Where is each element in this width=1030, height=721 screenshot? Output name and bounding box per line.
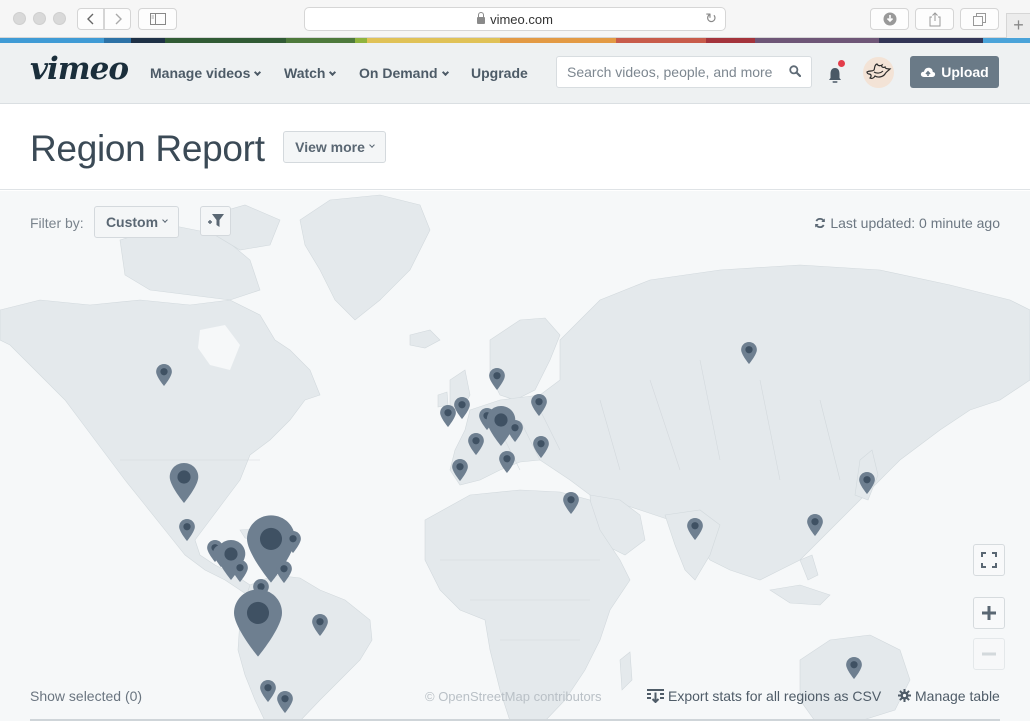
chevron-down-icon xyxy=(162,217,168,223)
add-filter-button[interactable] xyxy=(200,206,231,236)
map-marker-venezuela[interactable] xyxy=(276,560,292,583)
map-marker-chile[interactable] xyxy=(260,679,276,702)
map-marker-brazil[interactable] xyxy=(312,613,328,636)
map-marker-norway[interactable] xyxy=(489,367,505,390)
fullscreen-button[interactable] xyxy=(973,544,1005,576)
tabs-overview-button[interactable] xyxy=(960,8,999,30)
map-marker-united-kingdom[interactable] xyxy=(454,396,470,419)
chevron-down-icon xyxy=(329,68,337,77)
address-bar[interactable]: vimeo.com ↻ xyxy=(304,7,726,31)
nav-label: On Demand xyxy=(359,65,438,81)
map-marker-australia[interactable] xyxy=(846,656,862,679)
export-table-icon xyxy=(647,689,664,704)
chevron-right-icon xyxy=(115,13,122,25)
map-marker-italy[interactable] xyxy=(499,450,515,473)
map-marker-spain[interactable] xyxy=(452,458,468,481)
site-header: vimeo Manage videos Watch On Demand Upgr… xyxy=(0,43,1030,104)
downloads-button[interactable] xyxy=(870,8,909,30)
vimeo-logo[interactable]: vimeo xyxy=(30,51,129,87)
share-icon xyxy=(929,11,940,26)
map-marker-china[interactable] xyxy=(807,513,823,536)
search-box xyxy=(556,56,812,88)
reload-icon[interactable]: ↻ xyxy=(705,10,717,27)
map-marker-japan[interactable] xyxy=(859,471,875,494)
map-marker-dominican-republic[interactable] xyxy=(285,530,301,553)
map-marker-poland[interactable] xyxy=(507,419,523,442)
view-more-button[interactable]: View more xyxy=(283,131,386,163)
back-button[interactable] xyxy=(77,8,104,30)
zoom-in-button[interactable] xyxy=(973,597,1005,629)
world-map-background xyxy=(0,194,1030,721)
chevron-down-icon xyxy=(254,68,262,77)
map-marker-israel[interactable] xyxy=(563,491,579,514)
export-csv-label: Export stats for all regions as CSV xyxy=(668,688,882,704)
user-avatar[interactable] xyxy=(863,57,894,88)
last-updated-text: Last updated: 0 minute ago xyxy=(830,215,1000,231)
last-updated-status: Last updated: 0 minute ago xyxy=(814,215,1000,231)
nav-label: Upgrade xyxy=(471,65,528,81)
map-marker-canada[interactable] xyxy=(156,363,172,386)
map-marker-latvia[interactable] xyxy=(531,393,547,416)
view-more-label: View more xyxy=(295,139,365,155)
map-marker-argentina[interactable] xyxy=(277,690,293,713)
refresh-icon[interactable] xyxy=(814,217,826,229)
tabs-icon xyxy=(973,12,986,26)
minimize-window-button[interactable] xyxy=(33,12,46,25)
url-text: vimeo.com xyxy=(490,12,553,27)
chevron-down-icon xyxy=(369,142,375,148)
gear-icon xyxy=(898,689,911,702)
nav-label: Watch xyxy=(284,65,326,81)
chevron-down-icon xyxy=(441,68,449,77)
forward-button[interactable] xyxy=(104,8,131,30)
new-tab-button[interactable]: + xyxy=(1006,13,1030,38)
nav-watch[interactable]: Watch xyxy=(284,65,337,81)
map-marker-russia[interactable] xyxy=(741,341,757,364)
page-header: Region Report View more xyxy=(0,104,1030,190)
upload-label: Upload xyxy=(941,64,989,80)
map-marker-france[interactable] xyxy=(468,432,484,455)
close-window-button[interactable] xyxy=(13,12,26,25)
cloud-upload-icon xyxy=(921,67,936,77)
map-marker-united-states[interactable] xyxy=(168,462,200,503)
fullscreen-icon xyxy=(981,552,997,568)
sidebar-icon xyxy=(149,13,166,25)
zoom-out-button[interactable] xyxy=(973,638,1005,670)
avatar-bird-icon xyxy=(866,63,892,79)
filter-value: Custom xyxy=(105,214,159,230)
search-icon[interactable] xyxy=(789,65,801,77)
download-icon xyxy=(883,12,896,26)
chevron-left-icon xyxy=(86,13,93,25)
plus-icon xyxy=(982,606,996,620)
map-marker-costa-rica[interactable] xyxy=(232,559,248,582)
sidebar-button[interactable] xyxy=(138,8,177,30)
map-attribution[interactable]: © OpenStreetMap contributors xyxy=(425,689,602,704)
nav-manage-videos[interactable]: Manage videos xyxy=(150,65,262,81)
notifications-bell-icon[interactable] xyxy=(826,65,844,85)
region-map[interactable]: Filter by: Custom Last updated: 0 minute… xyxy=(0,191,1030,721)
nav-upgrade[interactable]: Upgrade xyxy=(471,65,528,81)
page-title: Region Report xyxy=(30,128,265,169)
manage-table-label: Manage table xyxy=(915,688,1000,704)
export-csv-link[interactable]: Export stats for all regions as CSV xyxy=(647,688,881,704)
filter-dropdown[interactable]: Custom xyxy=(94,206,179,238)
lock-icon xyxy=(477,12,486,24)
notification-unread-dot xyxy=(838,60,845,67)
map-marker-peru[interactable] xyxy=(234,588,282,658)
upload-button[interactable]: Upload xyxy=(910,56,999,88)
minus-icon xyxy=(982,652,996,656)
show-selected-link[interactable]: Show selected (0) xyxy=(30,688,142,704)
filter-by-label: Filter by: xyxy=(30,215,84,231)
add-filter-icon xyxy=(207,214,224,227)
map-marker-romania[interactable] xyxy=(533,435,549,458)
nav-on-demand[interactable]: On Demand xyxy=(359,65,449,81)
browser-toolbar: vimeo.com ↻ + xyxy=(0,0,1030,38)
zoom-window-button[interactable] xyxy=(53,12,66,25)
share-button[interactable] xyxy=(915,8,954,30)
nav-label: Manage videos xyxy=(150,65,251,81)
search-input[interactable] xyxy=(567,64,782,80)
map-marker-india[interactable] xyxy=(687,517,703,540)
manage-table-link[interactable]: Manage table xyxy=(898,688,1000,704)
map-marker-mexico[interactable] xyxy=(179,518,195,541)
